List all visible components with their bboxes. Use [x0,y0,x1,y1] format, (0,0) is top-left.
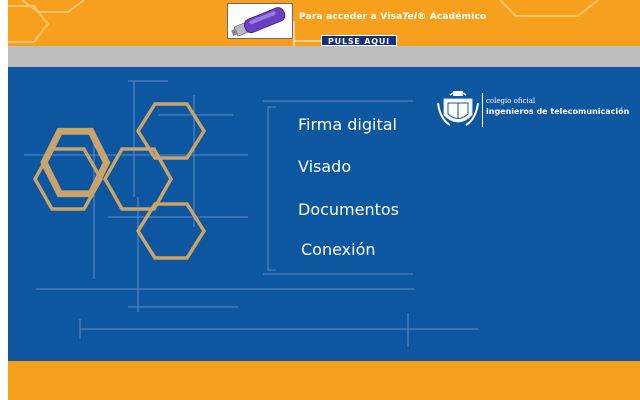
pulse-aqui-button[interactable]: PULSE AQUI [321,35,397,46]
coat-of-arms-icon [437,91,479,126]
gray-bar [8,46,640,67]
promo-text: Para acceder a VisaTel® Académico [299,12,487,22]
logo-line-1: colegio oficial [486,97,536,105]
bottom-banner [8,361,640,400]
menu-item-conexion[interactable]: Conexión [301,240,376,259]
menu-item-visado[interactable]: Visado [298,157,351,176]
logo-divider [482,93,483,127]
menu-item-firma-digital[interactable]: Firma digital [298,115,397,134]
top-banner: Para acceder a VisaTel® Académico PULSE … [8,0,640,46]
colegio-logo: colegio oficial ingenieros de telecomuni… [436,89,640,133]
usb-key-image[interactable] [227,3,293,39]
menu-item-documentos[interactable]: Documentos [298,200,399,219]
usb-key-icon [231,7,286,37]
main-panel: Firma digital Visado Documentos Conexión… [8,67,640,361]
logo-line-2: ingenieros de telecomunicación [486,107,630,116]
